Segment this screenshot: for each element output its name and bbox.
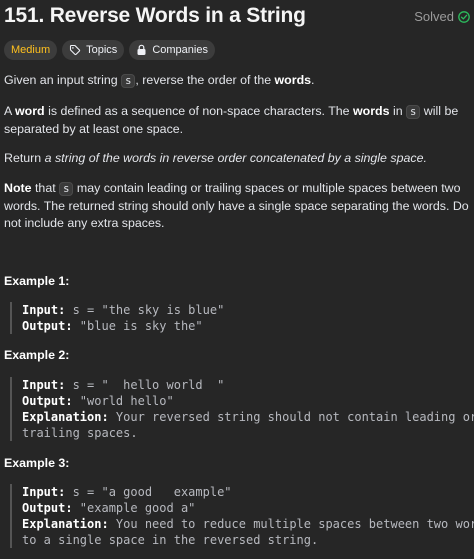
output-value: "example good a" [72,501,196,515]
input-value: s = "the sky is blue" [65,303,225,317]
inline-code: s [406,105,421,119]
companies-button[interactable]: Companies [129,40,215,60]
problem-title[interactable]: 151. Reverse Words in a String [4,4,306,28]
explanation-key: Explanation: [22,517,109,531]
input-value: s = " hello world " [65,378,225,392]
lock-icon [137,44,146,55]
example-3-label: Example 3: [4,456,70,470]
inline-code: s [121,74,136,88]
example-1-label: Example 1: [4,274,70,288]
output-key: Output: [22,319,73,333]
tag-row: Medium Topics Companies [4,40,215,60]
output-key: Output: [22,501,73,515]
example-1-box: Input: s = "the sky is blue" Output: "bl… [10,302,474,334]
input-value: s = "a good example" [65,485,232,499]
tag-icon [70,44,81,56]
input-key: Input: [22,303,66,317]
output-key: Output: [22,394,73,408]
problem-panel: 151. Reverse Words in a String Solved Me… [4,0,474,548]
topics-button[interactable]: Topics [62,40,125,60]
input-key: Input: [22,378,66,392]
topics-label: Topics [86,44,118,56]
title-row: 151. Reverse Words in a String Solved [4,0,470,40]
description-paragraph-4: Note that s may contain leading or trail… [4,181,469,230]
explanation-key: Explanation: [22,410,109,424]
example-3-box: Input: s = "a good example" Output: "exa… [10,484,474,548]
description-paragraph-1: Given an input string s, reverse the ord… [4,73,315,88]
example-2-label: Example 2: [4,348,70,362]
solved-label: Solved [414,9,454,24]
output-value: "blue is sky the" [72,319,203,333]
difficulty-badge[interactable]: Medium [4,40,58,60]
inline-code: s [59,182,74,196]
output-value: "world hello" [72,394,174,408]
solved-status: Solved [414,9,470,24]
difficulty-label: Medium [11,44,51,56]
example-2-box: Input: s = " hello world " Output: "worl… [10,377,474,441]
companies-label: Companies [152,44,208,56]
input-key: Input: [22,485,66,499]
check-circle-icon [458,10,470,23]
description-paragraph-2: A word is defined as a sequence of non-s… [4,104,459,136]
description-paragraph-3: Return a string of the words in reverse … [4,151,427,165]
